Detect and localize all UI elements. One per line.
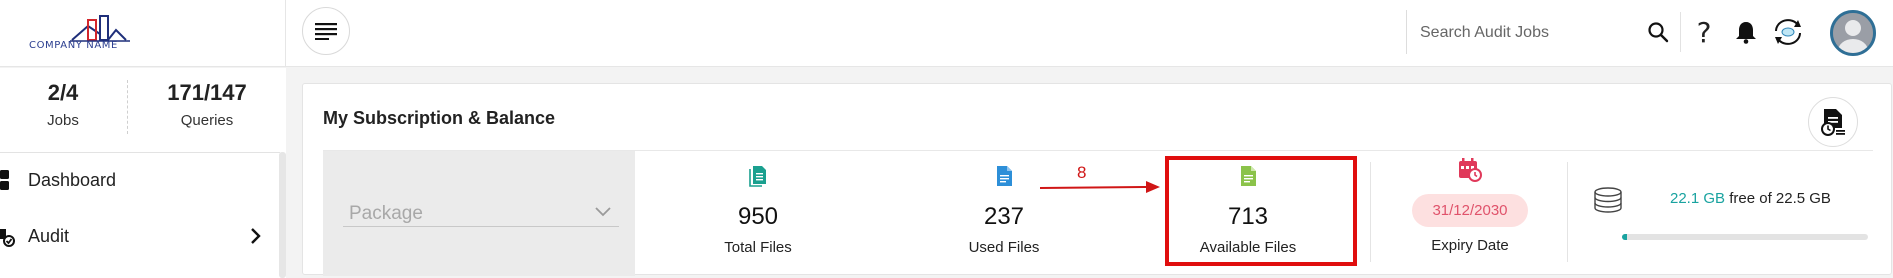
dashboard-icon xyxy=(0,170,9,190)
expiry-date-badge: 31/12/2030 xyxy=(1412,194,1528,227)
annotation-arrow xyxy=(1039,181,1160,193)
sidebar-item-audit[interactable]: Audit xyxy=(0,216,276,256)
top-bar: COMPANY NAME ? xyxy=(0,0,1893,67)
card-title: My Subscription & Balance xyxy=(323,108,556,128)
avatar[interactable] xyxy=(1830,10,1876,56)
user-icon xyxy=(1833,13,1873,53)
expiry-label: Expiry Date xyxy=(1431,237,1509,254)
storage-total: free of 22.5 GB xyxy=(1725,190,1831,207)
search-divider xyxy=(1406,10,1407,54)
sync-icon xyxy=(1775,19,1801,45)
used-files-label: Used Files xyxy=(968,239,1040,256)
sidebar-item-dashboard[interactable]: Dashboard xyxy=(0,160,276,200)
sidebar: 2/4 Jobs 171/147 Queries Dashboard Audit xyxy=(0,68,286,278)
toolbar-divider xyxy=(1680,12,1681,52)
total-files-value: 950 xyxy=(737,203,779,230)
annotation-label: 8 xyxy=(1077,163,1087,182)
total-files-metric: 950 Total Files xyxy=(658,165,858,256)
queries-value: 171/147 xyxy=(167,80,247,105)
bell-icon xyxy=(1736,22,1756,44)
total-files-icon xyxy=(749,166,766,187)
help-icon: ? xyxy=(1696,15,1712,49)
menu-toggle-button[interactable] xyxy=(302,7,350,55)
audit-icon xyxy=(0,229,15,247)
document-clock-icon xyxy=(1821,109,1845,136)
stat-divider xyxy=(127,80,128,134)
menu-icon xyxy=(315,23,337,40)
sync-button[interactable] xyxy=(1770,14,1806,50)
used-files-value: 237 xyxy=(983,203,1025,230)
storage-progress-bar xyxy=(1622,234,1868,240)
logo[interactable]: COMPANY NAME xyxy=(0,0,286,67)
used-files-icon xyxy=(997,166,1012,186)
expiry-metric: 31/12/2030 Expiry Date xyxy=(1395,158,1545,254)
metrics-divider xyxy=(1370,162,1371,262)
sidebar-scrollbar[interactable] xyxy=(279,152,286,278)
logo-text: COMPANY NAME xyxy=(29,40,118,51)
jobs-value: 2/4 xyxy=(47,80,79,105)
search-icon xyxy=(1648,22,1669,43)
notifications-button[interactable] xyxy=(1728,14,1764,50)
sidebar-item-label: Audit xyxy=(28,225,70,246)
sidebar-item-label: Dashboard xyxy=(28,169,117,190)
jobs-label: Jobs xyxy=(47,112,79,129)
queries-stat: 171/147 Queries xyxy=(144,80,270,129)
package-select[interactable]: Package xyxy=(343,201,619,227)
queries-label: Queries xyxy=(180,112,234,129)
jobs-stat: 2/4 Jobs xyxy=(0,80,126,129)
package-placeholder: Package xyxy=(349,203,423,224)
logo-icon xyxy=(70,15,130,42)
annotation-highlight-box xyxy=(1165,156,1357,266)
chevron-down-icon xyxy=(595,207,611,217)
help-button[interactable]: ? xyxy=(1686,14,1722,50)
subscription-details-button[interactable] xyxy=(1808,97,1858,147)
metrics-divider xyxy=(1567,162,1568,262)
chevron-right-icon xyxy=(251,228,261,244)
search-input[interactable] xyxy=(1420,20,1640,46)
package-panel: Package xyxy=(323,151,635,276)
storage-used: 22.1 GB xyxy=(1670,190,1726,207)
sidebar-divider xyxy=(0,152,280,153)
calendar-clock-icon xyxy=(1459,158,1482,182)
search-button[interactable] xyxy=(1640,14,1676,50)
storage-progress-fill xyxy=(1622,234,1627,240)
storage-text: 22.1 GB free of 22.5 GB xyxy=(1670,190,1831,207)
database-icon xyxy=(1594,187,1622,213)
total-files-label: Total Files xyxy=(724,239,792,256)
